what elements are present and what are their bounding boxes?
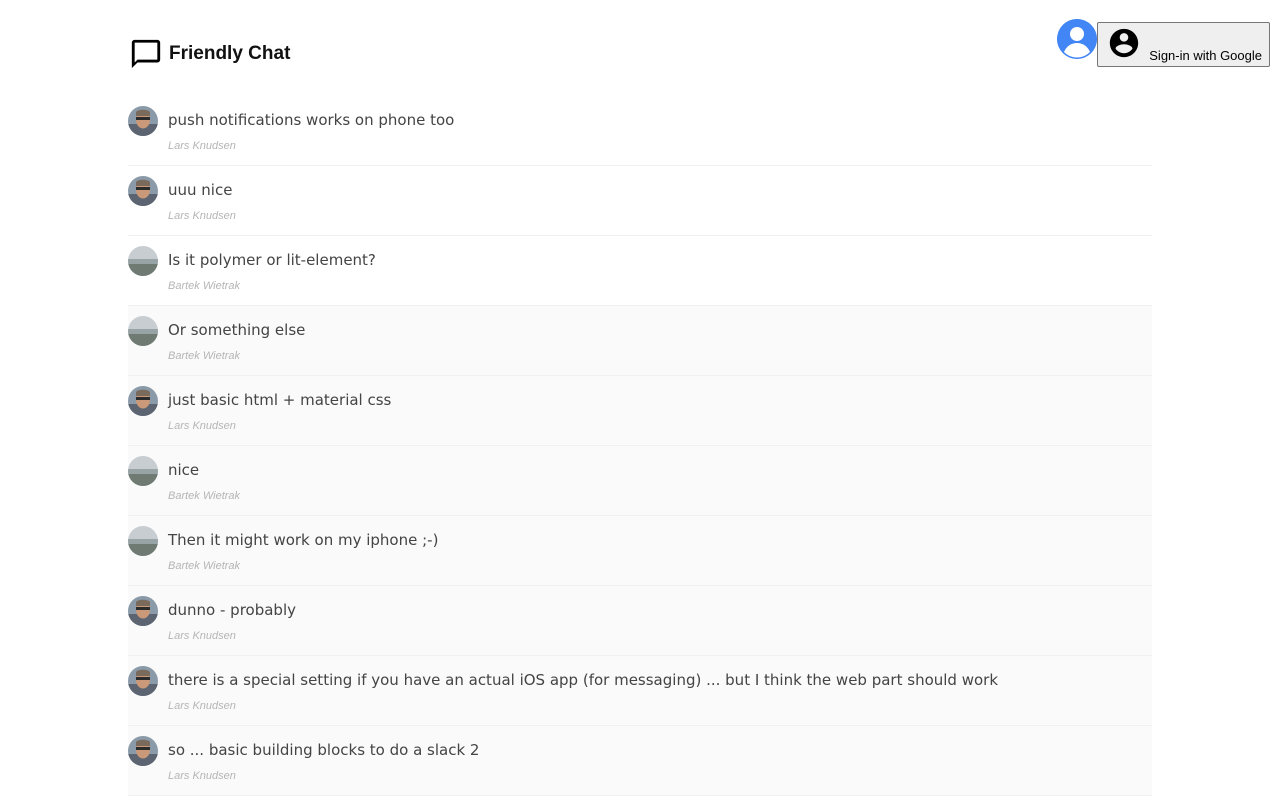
author-avatar-lars xyxy=(128,106,158,136)
message-text: push notifications works on phone too xyxy=(168,111,455,129)
user-avatar[interactable] xyxy=(1057,19,1097,59)
chat-bubble-icon xyxy=(131,39,161,69)
message-author: Bartek Wietrak xyxy=(168,560,241,572)
message-text: so ... basic building blocks to do a sla… xyxy=(168,741,480,759)
message-item: there is a special setting if you have a… xyxy=(128,656,1152,726)
message-author: Lars Knudsen xyxy=(168,630,236,642)
message-text: there is a special setting if you have a… xyxy=(168,671,999,689)
message-item: dunno - probably Lars Knudsen xyxy=(128,586,1152,656)
message-text: just basic html + material css xyxy=(168,391,392,409)
app-header: Friendly Chat Sign-in with Google xyxy=(0,0,1280,96)
author-avatar-lars xyxy=(128,176,158,206)
message-text: uuu nice xyxy=(168,181,233,199)
message-item: so ... basic building blocks to do a sla… xyxy=(128,726,1152,796)
message-item: nice Bartek Wietrak xyxy=(128,446,1152,516)
message-author: Lars Knudsen xyxy=(168,140,236,152)
message-text: nice xyxy=(168,461,200,479)
message-text: Is it polymer or lit-element? xyxy=(168,251,376,269)
message-item: Then it might work on my iphone ;-) Bart… xyxy=(128,516,1152,586)
account-circle-icon xyxy=(1109,28,1139,58)
message-author: Lars Knudsen xyxy=(168,210,236,222)
message-text: Or something else xyxy=(168,321,306,339)
sign-in-label: Sign-in with Google xyxy=(1149,48,1262,63)
message-author: Lars Knudsen xyxy=(168,700,236,712)
message-text: Then it might work on my iphone ;-) xyxy=(168,531,439,549)
author-avatar-bartek xyxy=(128,526,158,556)
message-list: push notifications works on phone too La… xyxy=(128,96,1152,796)
message-text: dunno - probably xyxy=(168,601,296,619)
account-circle-icon xyxy=(1057,19,1097,59)
message-item: push notifications works on phone too La… xyxy=(128,96,1152,166)
app-title: Friendly Chat xyxy=(169,42,291,64)
message-author: Bartek Wietrak xyxy=(168,490,241,502)
author-avatar-lars xyxy=(128,666,158,696)
message-item: uuu nice Lars Knudsen xyxy=(128,166,1152,236)
author-avatar-bartek xyxy=(128,246,158,276)
author-avatar-bartek xyxy=(128,456,158,486)
author-avatar-bartek xyxy=(128,316,158,346)
message-author: Lars Knudsen xyxy=(168,420,236,432)
message-author: Bartek Wietrak xyxy=(168,350,241,362)
app-title-group: Friendly Chat xyxy=(129,37,290,71)
message-item: Or something else Bartek Wietrak xyxy=(128,306,1152,376)
message-author: Bartek Wietrak xyxy=(168,280,241,292)
author-avatar-lars xyxy=(128,736,158,766)
message-item: just basic html + material css Lars Knud… xyxy=(128,376,1152,446)
message-author: Lars Knudsen xyxy=(168,770,236,782)
author-avatar-lars xyxy=(128,596,158,626)
sign-in-google-button[interactable]: Sign-in with Google xyxy=(1097,22,1270,67)
message-item: Is it polymer or lit-element? Bartek Wie… xyxy=(128,236,1152,306)
author-avatar-lars xyxy=(128,386,158,416)
